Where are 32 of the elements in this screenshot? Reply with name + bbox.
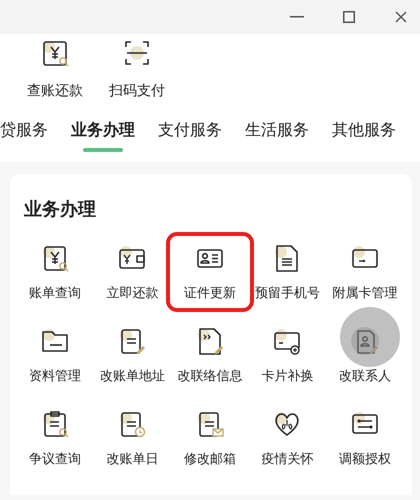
yen-search-icon [40, 38, 70, 68]
scan-icon [122, 38, 152, 68]
minimize-icon [290, 16, 304, 18]
service-item[interactable]: 证件更新 [171, 237, 248, 307]
service-item[interactable]: 疫情关怀 [248, 403, 326, 473]
service-item[interactable]: 修改邮箱 [171, 403, 248, 473]
service-item[interactable]: 改联系人 [326, 320, 404, 390]
document-clock-icon [117, 409, 148, 439]
tab[interactable]: 贷服务 [0, 119, 48, 152]
document-edit-icon [117, 326, 148, 356]
service-item[interactable]: 账单查询 [16, 237, 94, 307]
contact-edit-icon [350, 326, 380, 356]
tab[interactable]: 生活服务 [245, 119, 309, 152]
service-item[interactable]: 附属卡管理 [326, 237, 404, 307]
service-item[interactable]: 卡片补换 [248, 320, 326, 390]
close-icon [395, 11, 407, 23]
maximize-icon [343, 11, 355, 23]
tab[interactable]: 其他服务 [332, 119, 396, 152]
service-item[interactable]: 调额授权 [326, 403, 404, 473]
quick-action-button[interactable]: 查账还款 [23, 38, 87, 101]
tab[interactable]: 支付服务 [158, 119, 222, 152]
service-item[interactable]: 改联络信息 [171, 320, 248, 390]
service-item[interactable]: 争议查询 [16, 403, 94, 473]
service-item[interactable]: 改账单日 [94, 403, 171, 473]
service-item[interactable]: 预留手机号 [248, 237, 326, 307]
service-item[interactable]: 立即还款 [94, 237, 171, 307]
section-title: 业务办理 [24, 198, 97, 221]
card-add-icon [272, 326, 302, 356]
service-item[interactable]: 改账单地址 [94, 320, 171, 390]
service-item[interactable]: 资料管理 [16, 320, 94, 390]
quick-action-button[interactable]: 扫码支付 [105, 38, 169, 101]
tab[interactable]: 业务办理 [71, 119, 135, 152]
